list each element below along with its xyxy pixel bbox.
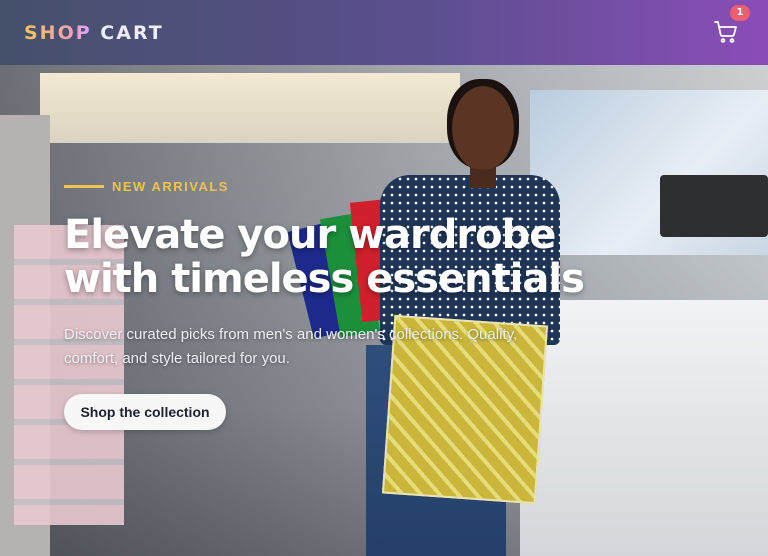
shopping-cart-icon (714, 20, 737, 43)
eyebrow-line (64, 185, 104, 188)
hero-subtext: Discover curated picks from men's and wo… (64, 323, 564, 371)
brand-part-shop: SHOP (24, 21, 92, 44)
cart-button[interactable]: 1 (714, 4, 750, 47)
shopper-head-image (447, 79, 519, 169)
cart-count-badge: 1 (730, 4, 750, 21)
brand-logo[interactable]: SHOP CART (24, 22, 164, 44)
eyebrow: NEW ARRIVALS (64, 179, 229, 194)
subtext-line-1: Discover curated picks from men's and wo… (64, 326, 518, 343)
eyebrow-label: NEW ARRIVALS (112, 179, 229, 194)
hero-banner: NEW ARRIVALS Elevate your wardrobe with … (0, 65, 768, 556)
cash-register-image (660, 175, 768, 237)
shop-collection-button[interactable]: Shop the collection (64, 394, 226, 430)
brand-part-cart: CART (100, 21, 164, 44)
top-bar: SHOP CART 1 (0, 0, 768, 65)
subtext-line-2: comfort, and style tailored for you. (64, 350, 290, 367)
hero-headline: Elevate your wardrobe with timeless esse… (64, 213, 664, 301)
headline-line-2: with timeless essentials (64, 256, 585, 302)
headline-line-1: Elevate your wardrobe (64, 212, 556, 258)
store-ceiling-image (40, 73, 460, 143)
